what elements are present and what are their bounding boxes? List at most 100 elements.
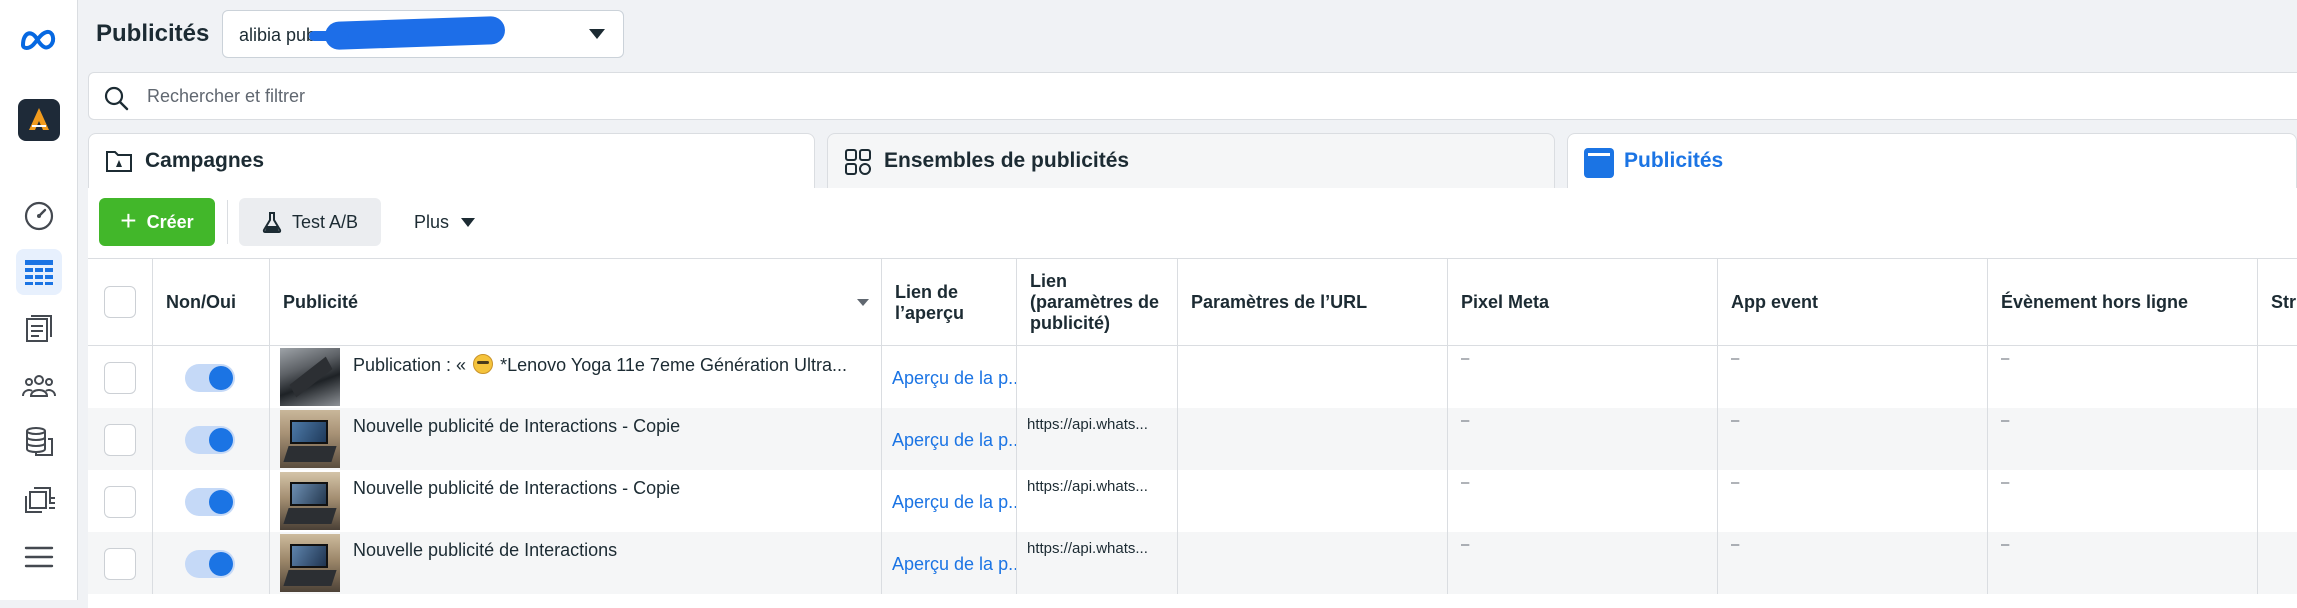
column-ad[interactable]: Publicité	[270, 259, 882, 346]
column-toggle[interactable]: Non/Oui	[153, 259, 270, 346]
offline-event-value: –	[2001, 536, 2010, 553]
pixel-value: –	[1461, 536, 1470, 553]
link-params-value: https://api.whats...	[1027, 540, 1148, 557]
ab-test-button[interactable]: Test A/B	[239, 198, 381, 246]
table-row[interactable]: Nouvelle publicité de Interactions - Cop…	[88, 470, 2297, 532]
table-header: Non/Oui Publicité Lien de l’aperçu Lien …	[88, 258, 2297, 346]
search-input[interactable]	[147, 83, 1047, 109]
preview-link-cell: Aperçu de la p...	[882, 470, 1017, 532]
ad-name[interactable]: Nouvelle publicité de Interactions - Cop…	[353, 416, 680, 437]
more-dropdown[interactable]: Plus	[406, 198, 496, 246]
row-checkbox[interactable]	[104, 362, 136, 394]
account-name: alibia pub	[239, 25, 317, 45]
flask-icon	[262, 212, 282, 233]
preview-link[interactable]: Aperçu de la p...	[892, 492, 1016, 513]
row-checkbox[interactable]	[104, 424, 136, 456]
column-link-params[interactable]: Lien (paramètres de publicité)	[1017, 259, 1178, 346]
preview-link[interactable]: Aperçu de la p...	[892, 368, 1016, 389]
row-select-cell	[88, 408, 153, 470]
account-selector[interactable]: alibia pub	[222, 10, 624, 58]
link-params-value: https://api.whats...	[1027, 478, 1148, 495]
table-icon[interactable]	[16, 249, 62, 295]
row-checkbox[interactable]	[104, 548, 136, 580]
sort-caret-icon[interactable]	[857, 299, 869, 306]
toggle-cell	[153, 532, 270, 594]
tab-adsets[interactable]: Ensembles de publicités	[827, 133, 1555, 189]
ad-name-suffix: *Lenovo Yoga 11e 7eme Génération Ultra..…	[500, 355, 848, 375]
preview-link[interactable]: Aperçu de la p...	[892, 554, 1016, 575]
table-row[interactable]: Publication : « *Lenovo Yoga 11e 7eme Gé…	[88, 346, 2297, 408]
link-params-cell: https://api.whats...	[1017, 408, 1178, 470]
table-row[interactable]: Nouvelle publicité de Interactions - Cop…	[88, 408, 2297, 470]
dashboard-icon[interactable]	[16, 193, 62, 239]
meta-logo-icon[interactable]	[16, 16, 62, 62]
ad-name[interactable]: Nouvelle publicité de Interactions	[353, 540, 617, 561]
ad-status-toggle[interactable]	[185, 550, 235, 578]
thumbnail-keyboard	[283, 508, 337, 524]
ad-name-prefix: Publication : «	[353, 355, 467, 375]
app-event-cell: –	[1718, 408, 1988, 470]
grid-icon	[845, 149, 871, 175]
row-select-cell	[88, 470, 153, 532]
column-url-params[interactable]: Paramètres de l’URL	[1178, 259, 1448, 346]
preview-link[interactable]: Aperçu de la p...	[892, 430, 1016, 451]
offline-event-cell: –	[1988, 532, 2258, 594]
database-icon[interactable]	[16, 418, 62, 464]
column-ad-label: Publicité	[283, 292, 359, 312]
link-params-cell: https://api.whats...	[1017, 532, 1178, 594]
app-event-value: –	[1731, 474, 1740, 491]
thumbnail-laptop	[290, 482, 328, 506]
pixel-cell: –	[1448, 470, 1718, 532]
column-preview-link[interactable]: Lien de l’aperçu	[882, 259, 1017, 346]
top-bar: Publicités alibia pub	[78, 0, 2297, 66]
row-select-cell	[88, 346, 153, 408]
app-event-value: –	[1731, 536, 1740, 553]
column-app-event[interactable]: App event	[1718, 259, 1988, 346]
search-bar	[88, 72, 2297, 120]
select-all-cell	[88, 259, 153, 346]
reports-icon[interactable]	[16, 306, 62, 352]
catalog-icon[interactable]	[16, 476, 62, 522]
redaction-mark	[309, 31, 349, 41]
audiences-icon[interactable]	[16, 362, 62, 408]
left-navigation-rail	[0, 0, 78, 600]
ad-thumbnail[interactable]	[280, 534, 340, 592]
column-pixel[interactable]: Pixel Meta	[1448, 259, 1718, 346]
toggle-cell	[153, 346, 270, 408]
app-event-cell: –	[1718, 346, 1988, 408]
ad-thumbnail[interactable]	[280, 348, 340, 406]
cool-emoji-icon	[473, 354, 494, 374]
toggle-knob	[209, 552, 233, 576]
account-avatar-icon[interactable]	[16, 97, 62, 143]
column-offline-event[interactable]: Évènement hors ligne	[1988, 259, 2258, 346]
row-checkbox[interactable]	[104, 486, 136, 518]
ad-status-toggle[interactable]	[185, 488, 235, 516]
pixel-cell: –	[1448, 408, 1718, 470]
tab-campaigns[interactable]: Campagnes	[88, 133, 815, 189]
create-label: Créer	[146, 211, 194, 232]
search-icon	[104, 86, 129, 111]
page-title: Publicités	[96, 20, 210, 47]
tab-label: Ensembles de publicités	[884, 149, 1130, 172]
tab-label: Publicités	[1624, 149, 1724, 172]
select-all-checkbox[interactable]	[104, 286, 136, 318]
ad-cell: Publication : « *Lenovo Yoga 11e 7eme Gé…	[270, 346, 882, 408]
thumbnail-keyboard	[283, 570, 337, 586]
toggle-cell	[153, 470, 270, 532]
column-str[interactable]: Str	[2258, 259, 2297, 346]
menu-icon[interactable]	[16, 534, 62, 580]
pixel-cell: –	[1448, 346, 1718, 408]
ad-cell: Nouvelle publicité de Interactions - Cop…	[270, 408, 882, 470]
ad-name[interactable]: Publication : « *Lenovo Yoga 11e 7eme Gé…	[353, 354, 847, 376]
ad-status-toggle[interactable]	[185, 364, 235, 392]
ads-panel: + Créer Test A/B Plus Non/Oui Publicité …	[88, 188, 2297, 608]
ad-thumbnail[interactable]	[280, 472, 340, 530]
ad-thumbnail[interactable]	[280, 410, 340, 468]
tab-ads[interactable]: Publicités	[1567, 133, 2297, 189]
create-button[interactable]: + Créer	[99, 198, 215, 246]
ad-name[interactable]: Nouvelle publicité de Interactions - Cop…	[353, 478, 680, 499]
offline-event-cell: –	[1988, 408, 2258, 470]
table-row[interactable]: Nouvelle publicité de Interactions Aperç…	[88, 532, 2297, 594]
toggle-knob	[209, 490, 233, 514]
ad-status-toggle[interactable]	[185, 426, 235, 454]
